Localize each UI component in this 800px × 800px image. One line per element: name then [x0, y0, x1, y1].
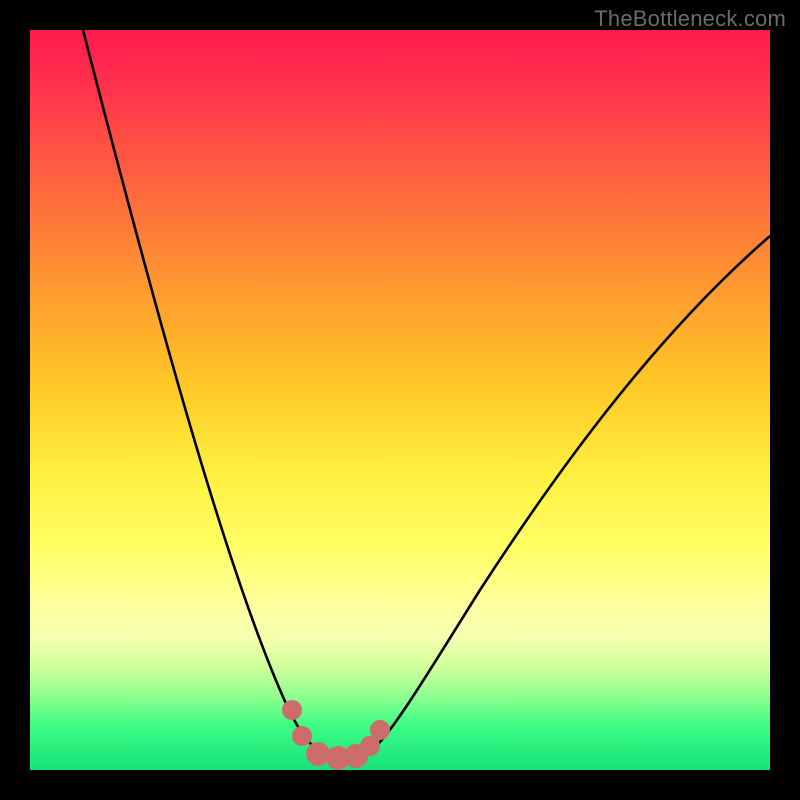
marker-dot	[306, 742, 330, 766]
plot-area	[30, 30, 770, 770]
bottleneck-curve-svg	[30, 30, 770, 770]
marker-dot	[282, 700, 302, 720]
bottleneck-curve-path	[83, 30, 770, 758]
minimum-markers	[282, 700, 390, 770]
marker-dot	[370, 720, 390, 740]
watermark-text: TheBottleneck.com	[594, 6, 786, 32]
chart-frame: TheBottleneck.com	[0, 0, 800, 800]
marker-dot	[292, 726, 312, 746]
